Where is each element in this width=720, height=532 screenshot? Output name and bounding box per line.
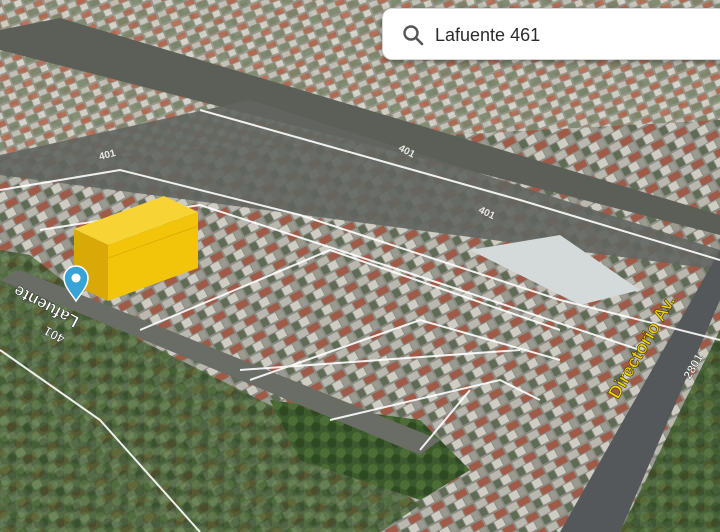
search-icon[interactable]	[401, 23, 425, 47]
satellite-3d-map[interactable]: Lafuente 401 Directorio Av. 2801 401 401…	[0, 0, 720, 532]
search-input[interactable]	[435, 21, 695, 49]
search-bar[interactable]	[382, 8, 720, 60]
